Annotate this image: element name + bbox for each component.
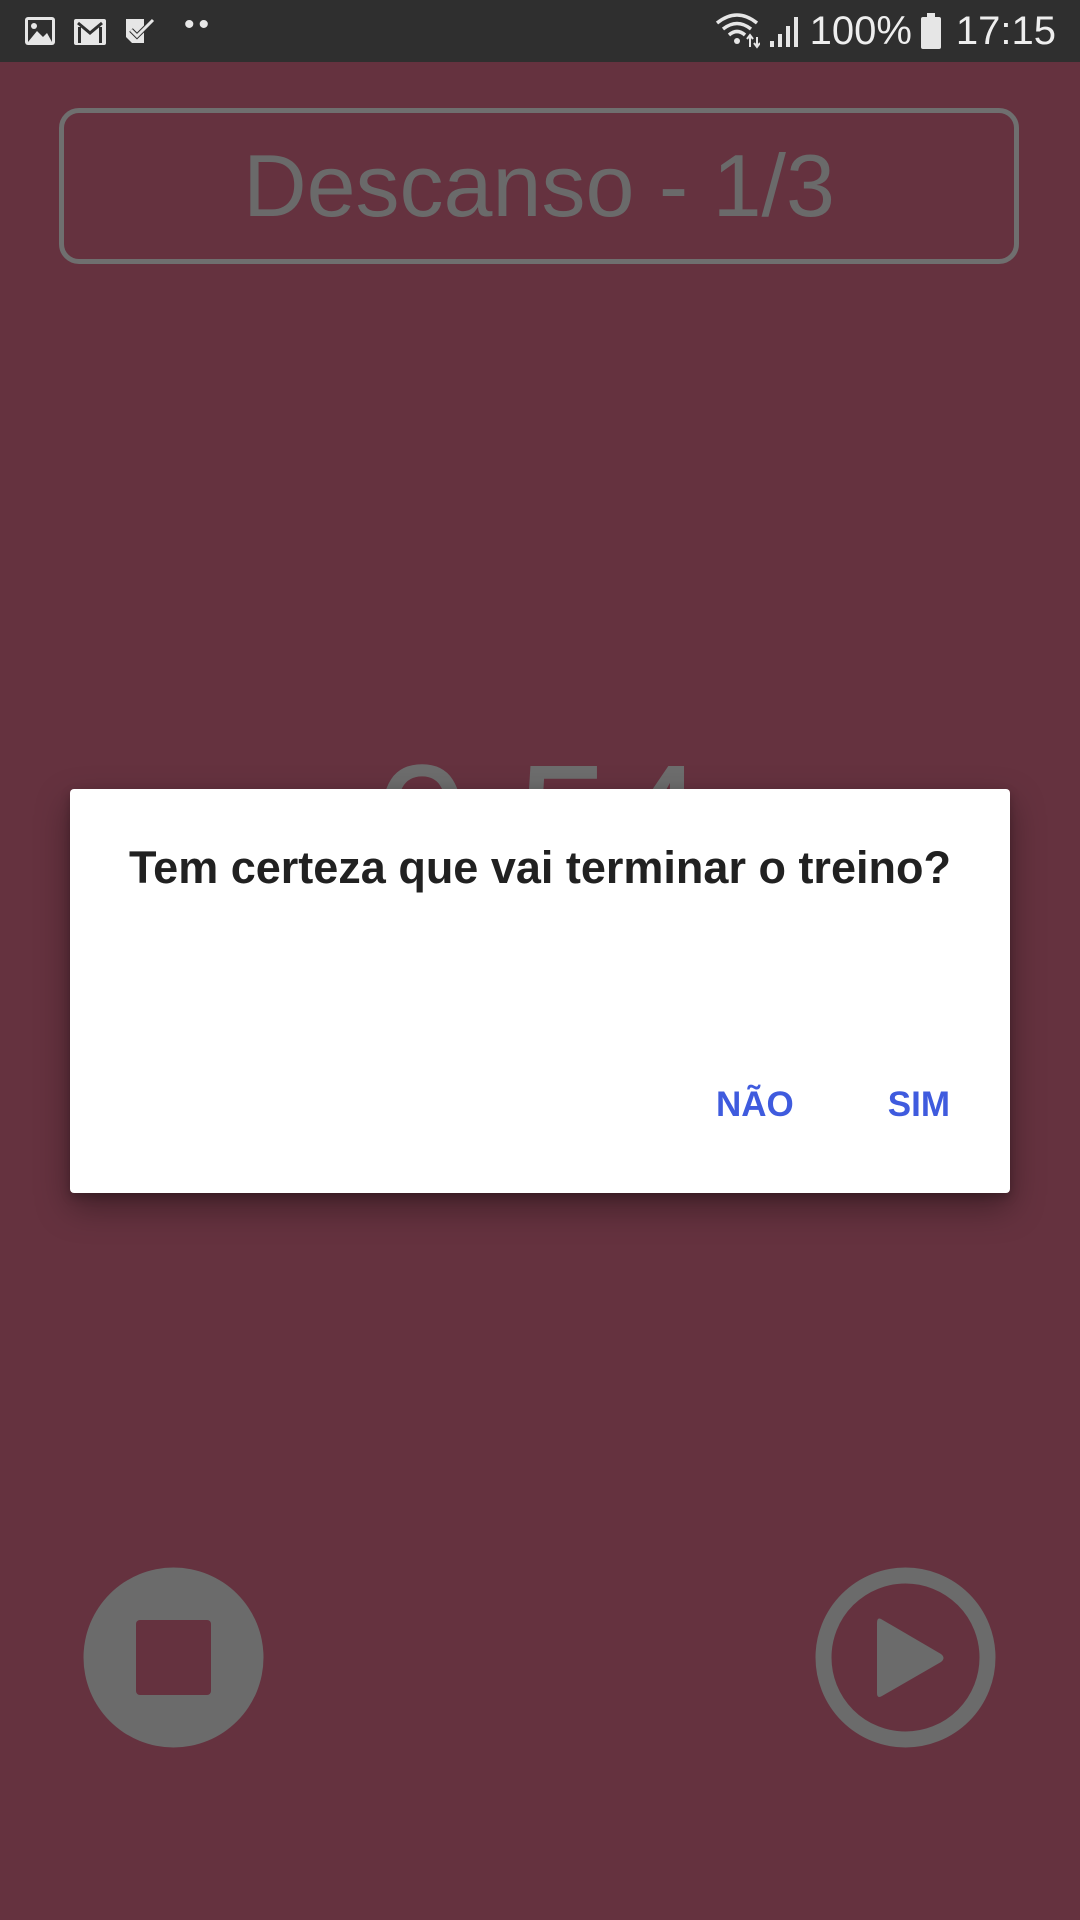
battery-percent: 100% (809, 9, 912, 53)
play-button[interactable] (815, 1567, 996, 1748)
stop-button[interactable] (83, 1567, 264, 1748)
more-notifications-icon: •• (184, 8, 214, 41)
battery-icon (920, 13, 941, 49)
confirm-dialog: Tem certeza que vai terminar o treino? N… (70, 789, 1010, 1193)
phase-title: Descanso - 1/3 (243, 136, 835, 235)
play-icon (815, 1567, 996, 1748)
status-bar: •• 100% 17:15 (0, 0, 1080, 62)
gallery-icon (25, 17, 55, 45)
stop-icon (83, 1567, 264, 1748)
app-screen: •• 100% 17:15 Descanso - 1/3 Tem certeza… (0, 0, 1080, 1920)
signal-icon (769, 17, 798, 47)
status-time: 17:15 (955, 9, 1056, 53)
notification-icons: •• (22, 8, 214, 50)
task-check-icon (126, 18, 155, 43)
phase-title-box: Descanso - 1/3 (59, 108, 1019, 264)
system-indicators: 100% 17:15 (714, 8, 1056, 54)
wifi-icon (715, 13, 760, 49)
no-button[interactable]: NÃO (716, 1087, 794, 1122)
gmail-icon (74, 19, 106, 45)
yes-button[interactable]: SIM (888, 1087, 950, 1122)
dialog-title: Tem certeza que vai terminar o treino? (129, 842, 951, 893)
dialog-actions: NÃO SIM (716, 1087, 950, 1122)
